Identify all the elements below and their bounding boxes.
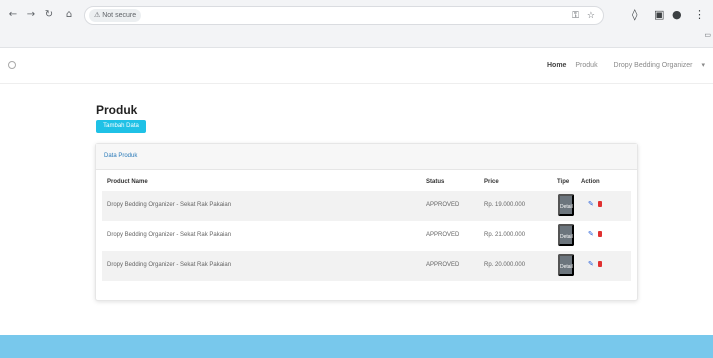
column-header-action: Action bbox=[581, 179, 600, 185]
folder-icon: ▭ bbox=[704, 32, 711, 39]
product-name-cell: Dropy Bedding Organizer - Sekat Rak Paka… bbox=[107, 202, 232, 208]
user-name: Dropy Bedding Organizer bbox=[613, 62, 693, 69]
delete-icon[interactable] bbox=[598, 231, 602, 237]
bookmarks-bar-item[interactable]: ▭ bbox=[704, 31, 711, 39]
nav-link-produk[interactable]: Produk bbox=[575, 62, 597, 69]
status-cell: APPROVED bbox=[426, 202, 460, 208]
reload-icon[interactable]: ↻ bbox=[42, 8, 56, 22]
price-cell: Rp. 19.000.000 bbox=[484, 202, 526, 208]
product-name-cell: Dropy Bedding Organizer - Sekat Rak Paka… bbox=[107, 232, 232, 238]
table-row: Dropy Bedding Organizer - Sekat Rak Paka… bbox=[102, 191, 631, 221]
detail-button[interactable]: Detail bbox=[558, 224, 574, 246]
home-icon[interactable]: ⌂ bbox=[62, 8, 76, 22]
delete-icon[interactable] bbox=[598, 261, 602, 267]
card-header-title: Data Produk bbox=[104, 153, 138, 159]
column-header-type: Tipe bbox=[557, 179, 570, 185]
edit-icon[interactable]: ✎ bbox=[588, 260, 594, 268]
nav-link-user-dropdown[interactable]: Dropy Bedding Organizer ▾ bbox=[607, 62, 705, 69]
table-row: Dropy Bedding Organizer - Sekat Rak Paka… bbox=[102, 251, 631, 281]
nav-link-home[interactable]: Home bbox=[547, 62, 566, 69]
product-name-cell: Dropy Bedding Organizer - Sekat Rak Paka… bbox=[107, 262, 232, 268]
app-navbar: Home Produk Dropy Bedding Organizer ▾ bbox=[0, 49, 713, 84]
star-icon[interactable]: ☆ bbox=[587, 9, 595, 23]
edit-icon[interactable]: ✎ bbox=[588, 230, 594, 238]
page-footer bbox=[0, 335, 713, 358]
edit-icon[interactable]: ✎ bbox=[588, 200, 594, 208]
card-header: Data Produk bbox=[96, 144, 637, 170]
price-cell: Rp. 21.000.000 bbox=[484, 232, 526, 238]
warning-icon: ⚠ bbox=[94, 12, 103, 19]
security-chip[interactable]: ⚠ Not secure bbox=[89, 9, 142, 22]
brand-link[interactable] bbox=[8, 61, 19, 69]
address-bar[interactable]: ⚠ Not secure ⚿ ☆ bbox=[84, 6, 604, 25]
status-cell: APPROVED bbox=[426, 232, 460, 238]
detail-button[interactable]: Detail bbox=[558, 194, 574, 216]
menu-dots-icon[interactable]: ⋮ bbox=[694, 7, 705, 23]
extensions-icon[interactable]: ◊ bbox=[632, 7, 637, 23]
delete-icon[interactable] bbox=[598, 201, 602, 207]
nav-links: Home Produk Dropy Bedding Organizer ▾ bbox=[540, 61, 705, 69]
chevron-down-icon: ▾ bbox=[701, 62, 705, 69]
column-header-status: Status bbox=[426, 179, 445, 185]
profile-avatar-icon[interactable]: ● bbox=[672, 7, 682, 23]
detail-button[interactable]: Detail bbox=[558, 254, 574, 276]
page-title: Produk bbox=[96, 103, 138, 117]
status-cell: APPROVED bbox=[426, 262, 460, 268]
key-icon[interactable]: ⚿ bbox=[572, 9, 579, 23]
back-arrow-icon[interactable]: ← bbox=[6, 8, 20, 22]
forward-arrow-icon[interactable]: → bbox=[24, 8, 38, 22]
price-cell: Rp. 20.000.000 bbox=[484, 262, 526, 268]
browser-toolbar: ← → ↻ ⌂ ⚠ Not secure ⚿ ☆ ◊ ▣ ● ⋮ ▭ bbox=[0, 0, 713, 48]
product-table-card: Data Produk Product Name Status Price Ti… bbox=[95, 143, 638, 301]
column-header-product-name: Product Name bbox=[107, 179, 148, 185]
security-label: Not secure bbox=[102, 12, 137, 19]
create-product-button[interactable]: Tambah Data bbox=[96, 120, 146, 133]
table-row: Dropy Bedding Organizer - Sekat Rak Paka… bbox=[102, 221, 631, 251]
brand-logo-icon bbox=[8, 61, 16, 69]
split-view-icon[interactable]: ▣ bbox=[654, 7, 664, 23]
column-header-price: Price bbox=[484, 179, 499, 185]
